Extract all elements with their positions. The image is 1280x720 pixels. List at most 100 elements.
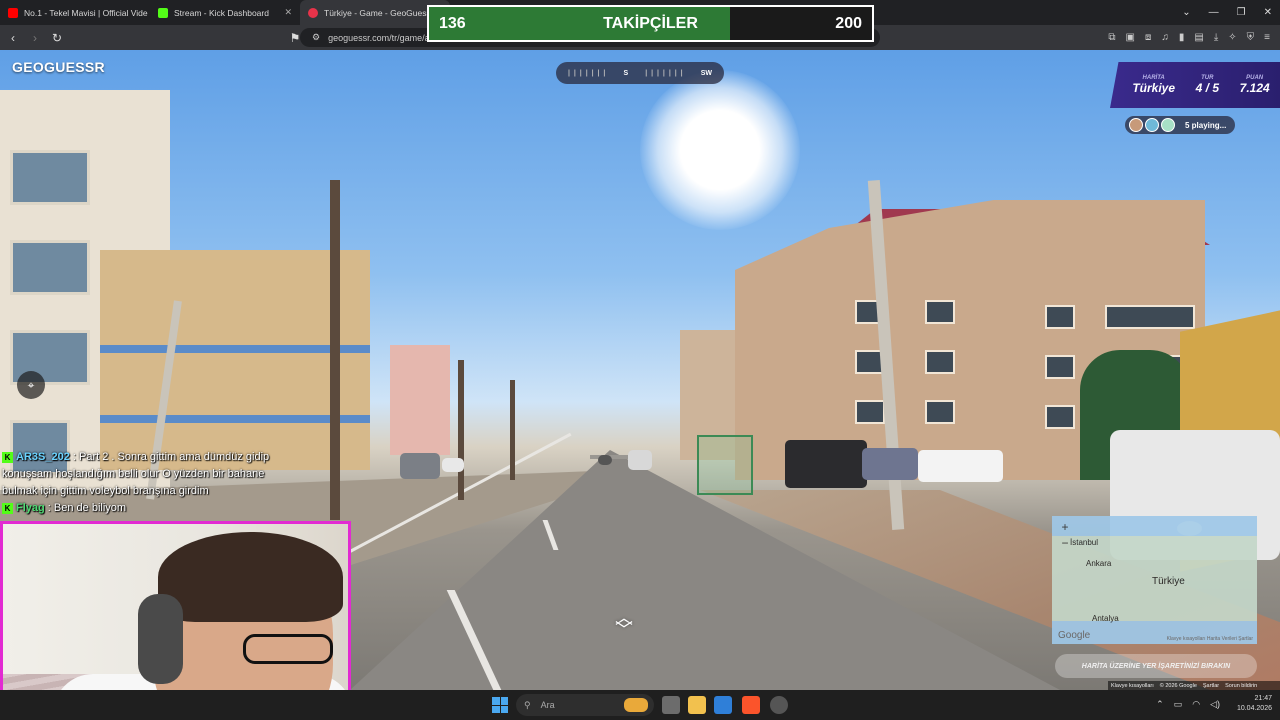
wifi-icon[interactable]: ◠ <box>1192 699 1200 710</box>
headphones <box>138 594 183 684</box>
logo-text: GEOGUESSR <box>12 59 105 75</box>
back-icon[interactable]: ‹ <box>4 31 22 45</box>
windows-start-icon[interactable] <box>492 697 508 713</box>
brave-browser-icon[interactable] <box>742 696 760 714</box>
avatar <box>1161 118 1175 132</box>
map-label-istanbul: İstanbul <box>1070 538 1099 547</box>
url-text: geoguessr.com/tr/game/a <box>328 32 430 43</box>
car <box>785 440 867 488</box>
followers-target: 200 <box>835 14 862 32</box>
reload-icon[interactable]: ↻ <box>48 31 66 45</box>
game-status-panel: HARİTA Türkiye TUR 4 / 5 PUAN 7.124 <box>1110 62 1280 108</box>
chat-message: K AR3S_202 : Part 2 . Sonra gittim ama dü… <box>2 449 302 500</box>
move-back-icon[interactable]: ﹀ <box>615 621 633 639</box>
tree <box>330 180 340 520</box>
store-icon[interactable] <box>714 696 732 714</box>
car <box>442 458 464 472</box>
chat-overlay: K AR3S_202 : Part 2 . Sonra gittim ama dü… <box>2 449 302 517</box>
network-icon[interactable]: ▭ <box>1174 699 1183 710</box>
leo-icon[interactable]: ✧ <box>1228 32 1236 43</box>
compass-southwest: SW <box>700 69 712 77</box>
lake <box>1177 521 1202 536</box>
forward-icon[interactable]: › <box>26 31 44 45</box>
report-link[interactable]: Sorun bildirin <box>1225 683 1257 689</box>
sidebar-icon[interactable]: ▮ <box>1179 32 1185 43</box>
extension-icon[interactable]: ▣ <box>1126 32 1135 43</box>
chat-username: Flyag <box>16 502 45 514</box>
players-indicator[interactable]: 5 playing... <box>1125 116 1235 134</box>
site-info-icon[interactable]: ⚙ <box>312 32 320 43</box>
sun <box>640 70 800 230</box>
keyboard-shortcuts-link[interactable]: Klavye kısayolları <box>1111 683 1154 689</box>
car <box>918 450 1003 482</box>
extension-icon[interactable]: ⧈ <box>1145 32 1151 43</box>
bus-stop <box>697 435 753 495</box>
guess-minimap[interactable]: + − İstanbul Ankara Türkiye Antalya Goog… <box>1052 516 1257 644</box>
move-arrows[interactable]: ︿ ﹀ <box>615 609 633 639</box>
search-placeholder: Ara <box>540 700 555 710</box>
car <box>598 455 612 465</box>
minimize-icon[interactable]: — <box>1209 7 1219 18</box>
kick-icon: K <box>2 503 13 514</box>
avatar <box>1129 118 1143 132</box>
shield-icon[interactable]: ⛨ <box>1247 32 1255 43</box>
tree <box>510 380 515 480</box>
followers-goal-bar: 136 TAKİPÇİLER 200 <box>427 5 874 42</box>
chat-username: AR3S_202 <box>16 451 70 463</box>
return-to-start-icon[interactable]: ⌖ <box>17 371 45 399</box>
youtube-icon <box>8 7 18 18</box>
zoom-in-icon[interactable]: + <box>1058 520 1072 534</box>
compass-ticks: | | | | | | | <box>568 69 607 77</box>
close-icon[interactable]: ✕ <box>284 7 292 18</box>
file-explorer-icon[interactable] <box>688 696 706 714</box>
score-info: PUAN 7.124 <box>1240 75 1270 95</box>
date: 10.04.2026 <box>1236 705 1272 712</box>
car <box>862 448 918 480</box>
map-credits: Klavye kısayolları Harita Verileri Şartl… <box>1166 636 1253 642</box>
round-value: 4 / 5 <box>1195 81 1219 95</box>
tab-youtube[interactable]: No.1 - Tekel Mavisi | Official Vide ✕ <box>0 0 150 25</box>
extension-icon[interactable]: ⧉ <box>1108 32 1115 43</box>
clock[interactable]: 21:47 10.04.2026 <box>1237 694 1272 714</box>
kick-icon <box>158 7 168 18</box>
compass: | | | | | | | S | | | | | | | SW <box>556 62 724 84</box>
glasses <box>243 634 333 664</box>
chevron-down-icon[interactable]: ⌄ <box>1182 7 1190 18</box>
compass-ticks: | | | | | | | <box>645 69 684 77</box>
followers-title: TAKİPÇİLER <box>603 15 698 32</box>
maximize-icon[interactable]: ❐ <box>1237 7 1246 18</box>
obs-icon[interactable] <box>770 696 788 714</box>
compass-south: S <box>623 69 629 77</box>
tab-label: Stream - Kick Dashboard <box>174 7 269 18</box>
menu-icon[interactable]: ≡ <box>1264 32 1270 43</box>
taskbar: ⚲ Ara ⌃ ▭ ◠ ◁) 21:47 10.04.2026 <box>0 690 1280 720</box>
tree <box>458 360 464 500</box>
search-icon: ⚲ <box>524 699 531 710</box>
google-logo: Google <box>1058 630 1091 641</box>
terms-link[interactable]: Şartlar <box>1203 683 1219 689</box>
map-label-antalya: Antalya <box>1092 614 1119 623</box>
score-value: 7.124 <box>1239 81 1270 95</box>
window-controls: ⌄ — ❐ ✕ <box>1182 0 1272 25</box>
chat-message: K Flyag : Ben de biliyom <box>2 500 302 517</box>
volume-icon[interactable]: ◁) <box>1210 699 1220 710</box>
tab-kick[interactable]: Stream - Kick Dashboard ✕ <box>150 0 300 25</box>
task-view-icon[interactable] <box>662 696 680 714</box>
close-window-icon[interactable]: ✕ <box>1264 7 1272 18</box>
music-icon[interactable]: ♫ <box>1161 32 1169 43</box>
extension-icons: ⧉ ▣ ⧈ ♫ ▮ ▤ ⤓ ✧ ⛨ ≡ <box>1108 25 1270 50</box>
tab-label: Türkiye - Game - GeoGuessr <box>324 7 434 18</box>
avatar <box>1145 118 1159 132</box>
wallet-icon[interactable]: ▤ <box>1194 32 1203 43</box>
map-label-turkiye: Türkiye <box>1152 576 1185 587</box>
download-icon[interactable]: ⤓ <box>1214 32 1218 43</box>
copyright: © 2026 Google <box>1159 682 1197 689</box>
widgets-icon[interactable] <box>624 698 648 712</box>
geoguessr-logo[interactable]: GEOGUESSR <box>12 59 105 75</box>
chevron-up-icon[interactable]: ⌃ <box>1156 699 1164 710</box>
place-guess-button[interactable]: HARİTA ÜZERİNE YER İŞARETİNİZİ BIRAKIN <box>1055 654 1257 678</box>
map-value: Türkiye <box>1132 81 1175 95</box>
time: 21:47 <box>1254 695 1272 702</box>
geoguessr-icon <box>308 7 318 18</box>
car <box>400 453 440 479</box>
